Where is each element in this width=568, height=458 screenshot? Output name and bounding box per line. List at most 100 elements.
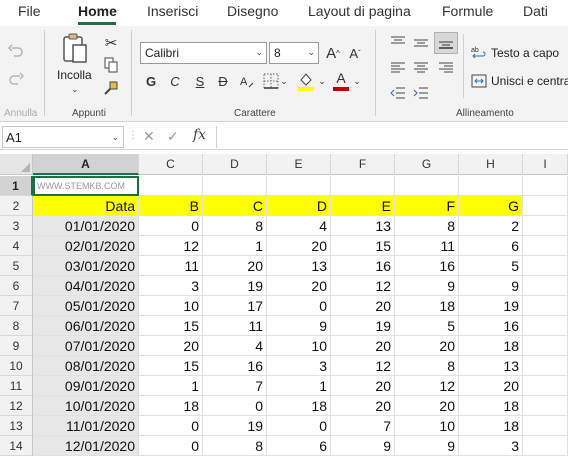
value-cell[interactable]: 20	[331, 376, 395, 396]
align-left-icon[interactable]	[388, 59, 408, 77]
select-all-button[interactable]	[0, 154, 33, 175]
row-header-12[interactable]: 12	[0, 396, 33, 416]
value-cell[interactable]: 3	[139, 276, 203, 296]
borders-icon[interactable]	[262, 72, 280, 90]
cell[interactable]	[523, 416, 568, 436]
value-cell[interactable]: 16	[395, 256, 459, 276]
row-header-2[interactable]: 2	[0, 196, 33, 216]
row-header-13[interactable]: 13	[0, 416, 33, 436]
value-cell[interactable]: 15	[331, 236, 395, 256]
column-header-h[interactable]: H	[459, 154, 523, 175]
cell[interactable]	[267, 176, 331, 196]
increase-font-size-button[interactable]: A ^	[324, 42, 342, 64]
row-header-10[interactable]: 10	[0, 356, 33, 376]
format-painter-icon[interactable]	[102, 79, 120, 97]
cell[interactable]	[523, 196, 568, 216]
cell[interactable]	[331, 176, 395, 196]
font-size-select[interactable]: 8 ⌄	[269, 42, 319, 64]
value-cell[interactable]: 0	[139, 436, 203, 456]
value-cell[interactable]: 6	[267, 436, 331, 456]
column-header-i[interactable]: I	[523, 154, 568, 175]
value-cell[interactable]: 0	[267, 416, 331, 436]
align-top-icon[interactable]	[388, 34, 408, 52]
date-cell[interactable]: 03/01/2020	[33, 256, 139, 276]
paste-label[interactable]: Incolla	[57, 68, 92, 82]
value-cell[interactable]: 0	[139, 416, 203, 436]
cell[interactable]	[523, 336, 568, 356]
value-cell[interactable]: 19	[203, 416, 267, 436]
paste-icon[interactable]	[60, 32, 90, 66]
align-right-icon[interactable]	[436, 59, 456, 77]
value-cell[interactable]: 9	[267, 316, 331, 336]
value-cell[interactable]: 13	[459, 356, 523, 376]
value-cell[interactable]: 5	[459, 256, 523, 276]
underline-button[interactable]: S	[192, 70, 208, 92]
value-cell[interactable]: 18	[267, 396, 331, 416]
value-cell[interactable]: 18	[459, 416, 523, 436]
header-cell[interactable]: F	[395, 196, 459, 216]
cell[interactable]	[203, 176, 267, 196]
date-cell[interactable]: 12/01/2020	[33, 436, 139, 456]
value-cell[interactable]: 3	[459, 436, 523, 456]
value-cell[interactable]: 15	[139, 316, 203, 336]
cell[interactable]	[523, 216, 568, 236]
value-cell[interactable]: 9	[395, 276, 459, 296]
value-cell[interactable]: 4	[267, 216, 331, 236]
insert-function-button[interactable]: fx	[193, 127, 206, 143]
merge-center-label[interactable]: Unisci e centra	[491, 74, 568, 88]
undo-icon[interactable]	[6, 40, 26, 60]
value-cell[interactable]: 11	[139, 256, 203, 276]
value-cell[interactable]: 10	[395, 416, 459, 436]
value-cell[interactable]: 20	[203, 256, 267, 276]
date-cell[interactable]: 01/01/2020	[33, 216, 139, 236]
value-cell[interactable]: 20	[139, 336, 203, 356]
value-cell[interactable]: 8	[395, 216, 459, 236]
row-header-4[interactable]: 4	[0, 236, 33, 256]
value-cell[interactable]: 7	[331, 416, 395, 436]
value-cell[interactable]: 2	[459, 216, 523, 236]
value-cell[interactable]: 18	[459, 396, 523, 416]
copy-icon[interactable]	[102, 56, 120, 74]
row-header-8[interactable]: 8	[0, 316, 33, 336]
cell[interactable]	[459, 176, 523, 196]
value-cell[interactable]: 8	[203, 216, 267, 236]
date-cell[interactable]: 10/01/2020	[33, 396, 139, 416]
tab-inserisci[interactable]: Inserisci	[147, 3, 198, 19]
formula-input[interactable]	[216, 126, 568, 148]
redo-icon[interactable]	[6, 68, 26, 88]
cell[interactable]	[139, 176, 203, 196]
value-cell[interactable]: 16	[331, 256, 395, 276]
row-header-11[interactable]: 11	[0, 376, 33, 396]
column-header-c[interactable]: C	[139, 154, 203, 175]
strikethrough-button[interactable]: D	[215, 70, 231, 92]
bold-button[interactable]: G	[143, 70, 159, 92]
header-cell[interactable]: D	[267, 196, 331, 216]
date-cell[interactable]: 04/01/2020	[33, 276, 139, 296]
date-cell[interactable]: 09/01/2020	[33, 376, 139, 396]
column-header-f[interactable]: F	[331, 154, 395, 175]
column-header-e[interactable]: E	[267, 154, 331, 175]
cut-icon[interactable]: ✂	[102, 34, 120, 52]
value-cell[interactable]: 13	[267, 256, 331, 276]
date-cell[interactable]: 02/01/2020	[33, 236, 139, 256]
value-cell[interactable]: 20	[331, 296, 395, 316]
chevron-down-icon[interactable]: ⌄	[279, 74, 289, 88]
cell[interactable]	[523, 396, 568, 416]
value-cell[interactable]: 12	[331, 276, 395, 296]
value-cell[interactable]: 8	[395, 356, 459, 376]
cell[interactable]	[523, 436, 568, 456]
tab-disegno[interactable]: Disegno	[227, 3, 278, 19]
value-cell[interactable]: 9	[459, 276, 523, 296]
cell[interactable]	[523, 296, 568, 316]
value-cell[interactable]: 6	[459, 236, 523, 256]
header-cell[interactable]: B	[139, 196, 203, 216]
value-cell[interactable]: 1	[139, 376, 203, 396]
cell[interactable]	[523, 256, 568, 276]
row-header-6[interactable]: 6	[0, 276, 33, 296]
value-cell[interactable]: 1	[267, 376, 331, 396]
cell[interactable]	[395, 176, 459, 196]
value-cell[interactable]: 20	[331, 396, 395, 416]
cell[interactable]	[523, 376, 568, 396]
cell[interactable]	[523, 316, 568, 336]
align-center-icon[interactable]	[411, 59, 431, 77]
